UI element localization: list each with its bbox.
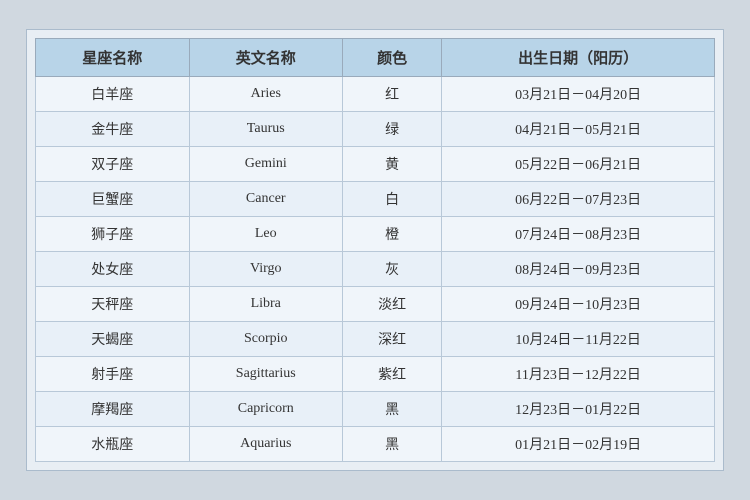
zodiac-table-container: 星座名称英文名称颜色出生日期（阳历） 白羊座Aries红03月21日－04月20… (26, 29, 724, 471)
table-cell: 红 (343, 77, 442, 112)
table-row: 狮子座Leo橙07月24日－08月23日 (36, 217, 715, 252)
table-cell: 橙 (343, 217, 442, 252)
table-cell: 05月22日－06月21日 (442, 147, 715, 182)
table-cell: Gemini (189, 147, 343, 182)
table-cell: 10月24日－11月22日 (442, 322, 715, 357)
table-row: 天秤座Libra淡红09月24日－10月23日 (36, 287, 715, 322)
table-cell: 紫红 (343, 357, 442, 392)
table-cell: 灰 (343, 252, 442, 287)
table-row: 射手座Sagittarius紫红11月23日－12月22日 (36, 357, 715, 392)
table-row: 巨蟹座Cancer白06月22日－07月23日 (36, 182, 715, 217)
table-header-cell: 星座名称 (36, 39, 190, 77)
table-cell: 射手座 (36, 357, 190, 392)
table-cell: Aries (189, 77, 343, 112)
table-cell: 处女座 (36, 252, 190, 287)
table-cell: Libra (189, 287, 343, 322)
table-cell: 黑 (343, 392, 442, 427)
table-body: 白羊座Aries红03月21日－04月20日金牛座Taurus绿04月21日－0… (36, 77, 715, 462)
table-cell: 绿 (343, 112, 442, 147)
table-cell: 天秤座 (36, 287, 190, 322)
table-row: 白羊座Aries红03月21日－04月20日 (36, 77, 715, 112)
table-cell: Sagittarius (189, 357, 343, 392)
table-header-cell: 颜色 (343, 39, 442, 77)
table-cell: 03月21日－04月20日 (442, 77, 715, 112)
table-cell: 双子座 (36, 147, 190, 182)
table-cell: 巨蟹座 (36, 182, 190, 217)
table-header-cell: 出生日期（阳历） (442, 39, 715, 77)
table-cell: 淡红 (343, 287, 442, 322)
table-cell: Capricorn (189, 392, 343, 427)
table-cell: 白 (343, 182, 442, 217)
table-cell: Scorpio (189, 322, 343, 357)
table-cell: 11月23日－12月22日 (442, 357, 715, 392)
table-cell: 黄 (343, 147, 442, 182)
table-cell: 08月24日－09月23日 (442, 252, 715, 287)
table-header-row: 星座名称英文名称颜色出生日期（阳历） (36, 39, 715, 77)
table-cell: 深红 (343, 322, 442, 357)
table-cell: Aquarius (189, 427, 343, 462)
table-cell: Leo (189, 217, 343, 252)
table-cell: 摩羯座 (36, 392, 190, 427)
table-cell: 09月24日－10月23日 (442, 287, 715, 322)
table-row: 摩羯座Capricorn黑12月23日－01月22日 (36, 392, 715, 427)
table-cell: 狮子座 (36, 217, 190, 252)
zodiac-table: 星座名称英文名称颜色出生日期（阳历） 白羊座Aries红03月21日－04月20… (35, 38, 715, 462)
table-cell: 水瓶座 (36, 427, 190, 462)
table-row: 处女座Virgo灰08月24日－09月23日 (36, 252, 715, 287)
table-cell: Taurus (189, 112, 343, 147)
table-cell: 06月22日－07月23日 (442, 182, 715, 217)
table-header-cell: 英文名称 (189, 39, 343, 77)
table-cell: 金牛座 (36, 112, 190, 147)
table-cell: 天蝎座 (36, 322, 190, 357)
table-cell: Cancer (189, 182, 343, 217)
table-row: 双子座Gemini黄05月22日－06月21日 (36, 147, 715, 182)
table-row: 天蝎座Scorpio深红10月24日－11月22日 (36, 322, 715, 357)
table-cell: 白羊座 (36, 77, 190, 112)
table-row: 金牛座Taurus绿04月21日－05月21日 (36, 112, 715, 147)
table-cell: 黑 (343, 427, 442, 462)
table-cell: 01月21日－02月19日 (442, 427, 715, 462)
table-row: 水瓶座Aquarius黑01月21日－02月19日 (36, 427, 715, 462)
table-cell: 04月21日－05月21日 (442, 112, 715, 147)
table-cell: Virgo (189, 252, 343, 287)
table-cell: 07月24日－08月23日 (442, 217, 715, 252)
table-cell: 12月23日－01月22日 (442, 392, 715, 427)
